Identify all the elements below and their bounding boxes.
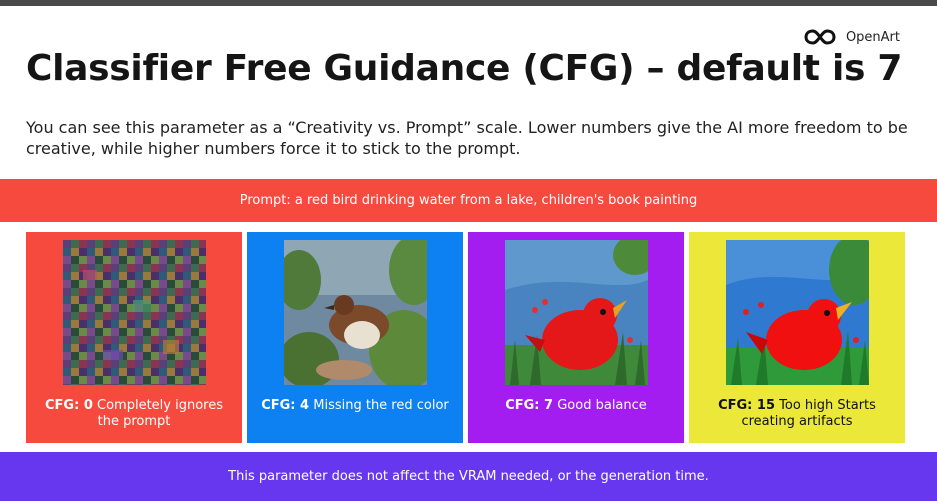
- cfg-card-4: CFG: 4 Missing the red color: [247, 232, 463, 443]
- cfg-7-example-image: [504, 240, 648, 385]
- page-title: Classifier Free Guidance (CFG) – default…: [26, 48, 903, 89]
- prompt-text: Prompt: a red bird drinking water from a…: [239, 193, 698, 208]
- cfg-15-label: CFG: 15: [718, 398, 775, 413]
- brand-name: OpenArt: [845, 29, 900, 45]
- footer-banner: This parameter does not affect the VRAM …: [0, 452, 937, 501]
- cfg-examples: CFG: 0 Completely ignores the prompt CFG…: [26, 232, 905, 443]
- cfg-card-0: CFG: 0 Completely ignores the prompt: [26, 232, 242, 443]
- brand: OpenArt: [804, 28, 900, 46]
- cfg-7-label: CFG: 7: [505, 398, 554, 413]
- intro-text: You can see this parameter as a “Creativ…: [26, 118, 908, 158]
- cfg-7-caption: CFG: 7 Good balance: [476, 398, 676, 414]
- cfg-4-example-image: [283, 240, 427, 385]
- cfg-15-example-image: [725, 240, 869, 385]
- cfg-4-label: CFG: 4: [261, 398, 310, 413]
- cfg-0-caption: CFG: 0 Completely ignores the prompt: [34, 398, 234, 430]
- cfg-4-description: Missing the red color: [313, 398, 449, 413]
- prompt-banner: Prompt: a red bird drinking water from a…: [0, 179, 937, 222]
- top-border: [0, 0, 937, 6]
- cfg-7-description: Good balance: [557, 398, 647, 413]
- cfg-0-label: CFG: 0: [45, 398, 93, 413]
- cfg-0-example-image: [62, 240, 206, 385]
- infinity-logo-icon: [804, 29, 836, 45]
- cfg-4-caption: CFG: 4 Missing the red color: [255, 398, 455, 414]
- footer-text: This parameter does not affect the VRAM …: [228, 469, 709, 484]
- cfg-card-7: CFG: 7 Good balance: [468, 232, 684, 443]
- cfg-0-description: Completely ignores the prompt: [97, 398, 223, 429]
- cfg-15-caption: CFG: 15 Too high Starts creating artifac…: [697, 398, 897, 430]
- cfg-card-15: CFG: 15 Too high Starts creating artifac…: [689, 232, 905, 443]
